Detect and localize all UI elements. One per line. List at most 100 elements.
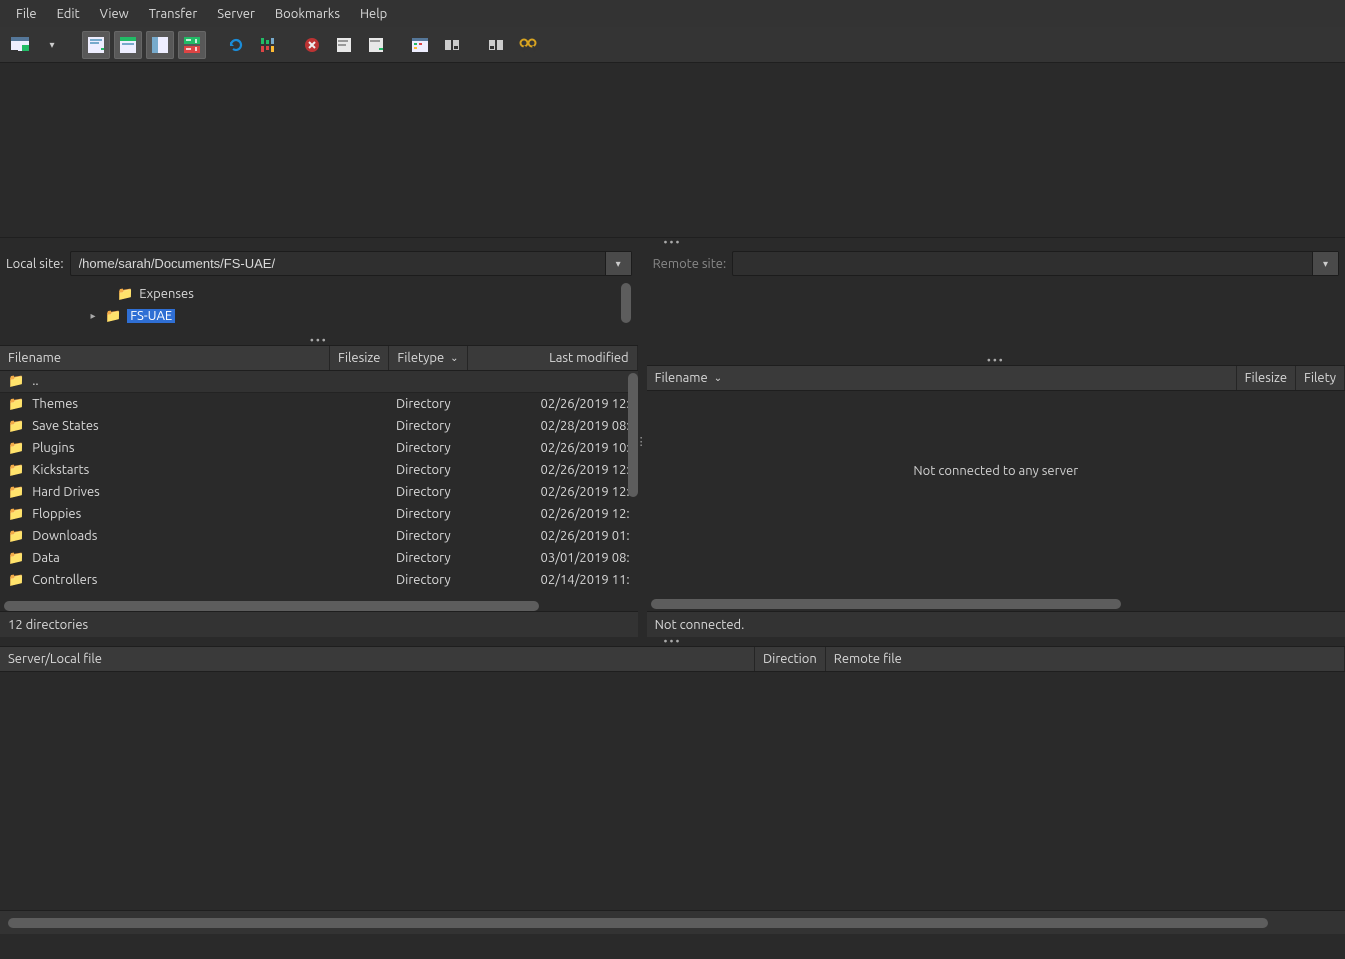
process-queue-button[interactable] <box>254 31 282 59</box>
local-col-filename[interactable]: Filename <box>0 346 330 370</box>
parent-directory-row[interactable]: 📁.. <box>0 371 638 393</box>
chevron-down-icon: ⌄ <box>714 372 722 384</box>
cancel-button[interactable] <box>298 31 326 59</box>
queue-col-file[interactable]: Server/Local file <box>0 647 755 671</box>
compare-button[interactable] <box>482 31 510 59</box>
menu-help[interactable]: Help <box>350 3 397 25</box>
menu-server[interactable]: Server <box>207 3 265 25</box>
toggle-queue-button[interactable] <box>178 31 206 59</box>
disconnect-button[interactable] <box>330 31 358 59</box>
menubar: File Edit View Transfer Server Bookmarks… <box>0 0 1345 27</box>
remote-col-filename[interactable]: Filename⌄ <box>647 366 1237 390</box>
remote-file-list[interactable]: Not connected to any server <box>647 391 1345 611</box>
file-row[interactable]: 📁ControllersDirectory02/14/2019 11: <box>0 569 638 591</box>
splitter-log-panes[interactable]: ••• <box>0 238 1345 247</box>
menu-bookmarks[interactable]: Bookmarks <box>265 3 350 25</box>
file-date: 02/26/2019 12: <box>466 463 638 477</box>
queue-hscrollbar[interactable] <box>8 918 1268 928</box>
file-name: Themes <box>32 397 78 411</box>
local-list-hscrollbar[interactable] <box>4 601 539 611</box>
expand-toggle-icon[interactable]: ▸ <box>87 310 99 322</box>
file-name: Save States <box>32 419 98 433</box>
file-date: 02/26/2019 01: <box>466 529 638 543</box>
menu-view[interactable]: View <box>90 3 139 25</box>
reconnect-button[interactable] <box>362 31 390 59</box>
local-site-dropdown[interactable]: ▾ <box>605 252 631 275</box>
file-row[interactable]: 📁Hard DrivesDirectory02/26/2019 12: <box>0 481 638 503</box>
remote-pane: Remote site: ▾ ••• Filename⌄ Filesize Fi… <box>647 247 1345 637</box>
folder-icon: 📁 <box>8 419 24 433</box>
toggle-remote-tree-button[interactable] <box>146 31 174 59</box>
file-row[interactable]: 📁ThemesDirectory02/26/2019 12: <box>0 393 638 415</box>
remote-col-filetype[interactable]: Filety <box>1296 366 1345 390</box>
refresh-button[interactable] <box>222 31 250 59</box>
tree-row[interactable]: ▸📁FS-UAE <box>7 305 631 327</box>
file-row[interactable]: 📁FloppiesDirectory02/26/2019 12: <box>0 503 638 525</box>
toggle-log-button[interactable] <box>82 31 110 59</box>
queue-header[interactable]: Server/Local file Direction Remote file <box>0 646 1345 672</box>
splitter-panes-queue[interactable]: ••• <box>0 637 1345 646</box>
local-directory-tree[interactable]: 📁Expenses▸📁FS-UAE <box>6 282 632 334</box>
site-manager-dropdown[interactable]: ▾ <box>38 31 66 59</box>
remote-site-dropdown[interactable]: ▾ <box>1312 252 1338 275</box>
local-status: 12 directories <box>0 611 638 637</box>
menu-edit[interactable]: Edit <box>47 3 90 25</box>
local-col-filesize[interactable]: Filesize <box>330 346 389 370</box>
splitter-local-tree-list[interactable]: ••• <box>0 336 638 345</box>
force-hidden-button[interactable] <box>438 31 466 59</box>
menu-file[interactable]: File <box>6 3 47 25</box>
file-type: Directory <box>388 485 466 499</box>
folder-icon: 📁 <box>8 485 24 499</box>
local-col-filetype[interactable]: Filetype⌄ <box>389 346 467 370</box>
local-site-input[interactable] <box>71 252 605 275</box>
tree-row[interactable]: 📁Expenses <box>7 283 631 305</box>
menu-transfer[interactable]: Transfer <box>139 3 208 25</box>
file-name: Controllers <box>32 573 97 587</box>
remote-col-filesize[interactable]: Filesize <box>1237 366 1296 390</box>
local-col-lastmod[interactable]: Last modified <box>468 346 638 370</box>
splitter-local-remote[interactable]: ⋮ <box>638 247 647 637</box>
remote-list-hscrollbar[interactable] <box>651 599 1121 609</box>
file-type: Directory <box>388 441 466 455</box>
file-date: 02/14/2019 11: <box>466 573 638 587</box>
file-date: 02/26/2019 12: <box>466 507 638 521</box>
file-row[interactable]: 📁Save StatesDirectory02/28/2019 08: <box>0 415 638 437</box>
remote-site-input[interactable] <box>733 252 1312 275</box>
directory-listing-button[interactable] <box>406 31 434 59</box>
folder-icon: 📁 <box>8 397 24 411</box>
remote-directory-tree[interactable] <box>653 282 1339 354</box>
remote-status: Not connected. <box>647 611 1345 637</box>
file-date: 03/01/2019 08: <box>466 551 638 565</box>
queue-col-remote[interactable]: Remote file <box>826 647 1345 671</box>
local-file-header[interactable]: Filename Filesize Filetype⌄ Last modifie… <box>0 345 638 371</box>
queue-body[interactable] <box>0 672 1345 910</box>
folder-icon: 📁 <box>8 441 24 455</box>
toggle-local-tree-button[interactable] <box>114 31 142 59</box>
file-date: 02/26/2019 12: <box>466 397 638 411</box>
queue-col-direction[interactable]: Direction <box>755 647 826 671</box>
local-site-label: Local site: <box>6 257 64 271</box>
folder-icon: 📁 <box>117 287 133 302</box>
file-name: Floppies <box>32 507 81 521</box>
local-file-list[interactable]: 📁.. 📁ThemesDirectory02/26/2019 12:📁Save … <box>0 371 638 611</box>
file-name: Data <box>32 551 60 565</box>
file-row[interactable]: 📁KickstartsDirectory02/26/2019 12: <box>0 459 638 481</box>
file-row[interactable]: 📁DataDirectory03/01/2019 08: <box>0 547 638 569</box>
bottom-bar <box>0 910 1345 934</box>
file-type: Directory <box>388 507 466 521</box>
folder-icon: 📁 <box>105 309 121 324</box>
search-button[interactable] <box>514 31 542 59</box>
file-date: 02/26/2019 12: <box>466 485 638 499</box>
splitter-remote-tree-list[interactable]: ••• <box>647 356 1345 365</box>
remote-file-header[interactable]: Filename⌄ Filesize Filety <box>647 365 1345 391</box>
file-name: Downloads <box>32 529 97 543</box>
transfer-queue: Server/Local file Direction Remote file <box>0 646 1345 934</box>
file-row[interactable]: 📁DownloadsDirectory02/26/2019 01: <box>0 525 638 547</box>
file-row[interactable]: 📁PluginsDirectory02/26/2019 10: <box>0 437 638 459</box>
local-list-vscrollbar[interactable] <box>628 373 638 497</box>
folder-icon: 📁 <box>8 573 24 587</box>
local-tree-scrollbar[interactable] <box>621 283 631 323</box>
file-date: 02/28/2019 08: <box>466 419 638 433</box>
file-type: Directory <box>388 529 466 543</box>
site-manager-button[interactable] <box>6 31 34 59</box>
